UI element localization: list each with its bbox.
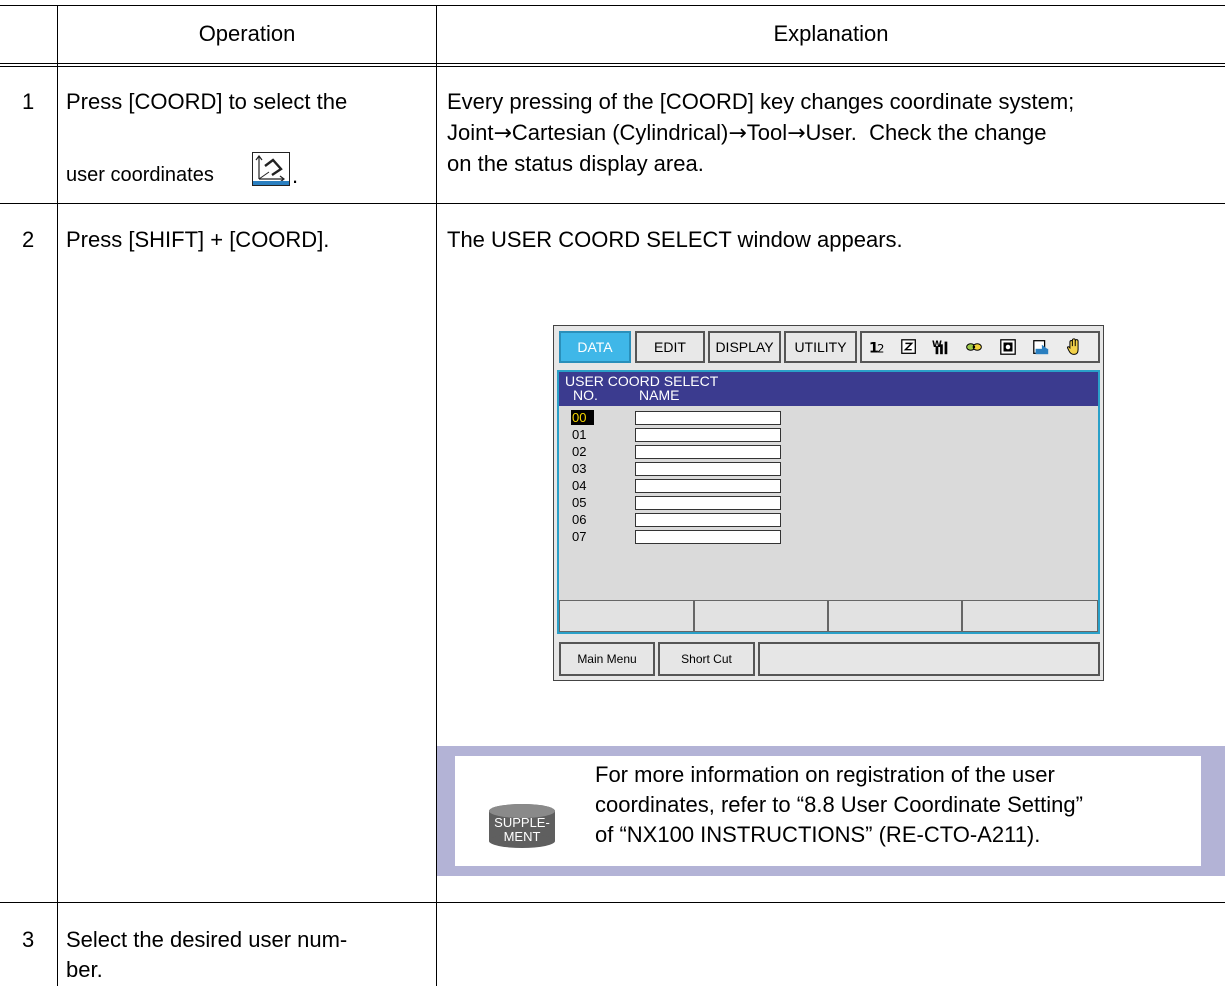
table-left-border xyxy=(57,5,58,986)
svg-text:2: 2 xyxy=(877,341,884,355)
column-header-no: NO. xyxy=(573,387,598,403)
operation-text-trailing: . xyxy=(292,163,299,188)
column-header-name: NAME xyxy=(639,387,680,403)
operation-text: user coordinates xyxy=(66,160,214,191)
supplement-text: For more information on registration of … xyxy=(595,760,1083,850)
supplement-box: SUPPLE- MENT For more information on reg… xyxy=(437,746,1225,876)
cycle-icon xyxy=(1033,340,1049,355)
arrow-right-icon: → xyxy=(728,121,747,146)
user-number: 03 xyxy=(572,461,587,476)
window-title-bar: USER COORD SELECT NO. NAME xyxy=(559,372,1098,406)
name-field[interactable] xyxy=(635,479,781,493)
bottom-bar: Main Menu Short Cut xyxy=(557,640,1100,676)
user-number: 00 xyxy=(571,410,594,425)
header-operation: Operation xyxy=(198,21,296,46)
table-top-border xyxy=(0,5,1225,6)
user-coord-icon xyxy=(252,152,290,186)
step-icon xyxy=(901,339,916,354)
supplement-badge-label: SUPPLE- MENT xyxy=(488,816,556,844)
user-number: 01 xyxy=(572,427,587,442)
operation-text: Select the desired user num- xyxy=(66,927,348,952)
badge-line: SUPPLE- xyxy=(494,815,550,830)
function-key[interactable] xyxy=(828,600,962,632)
name-field[interactable] xyxy=(635,445,781,459)
icon-base-bar xyxy=(253,181,289,185)
user-number: 06 xyxy=(572,512,587,527)
short-cut-button[interactable]: Short Cut xyxy=(658,642,755,676)
badge-line: MENT xyxy=(503,829,541,844)
name-field[interactable] xyxy=(635,462,781,476)
coord-sequence-item: Joint xyxy=(447,120,494,145)
step-number: 1 xyxy=(22,89,35,114)
operation-text-part: user coordinates xyxy=(66,164,214,186)
pendant-screen: DATA EDIT DISPLAY UTILITY 1 2 W USER COO… xyxy=(553,325,1104,681)
coord-sequence-item: Cartesian (Cylindrical) xyxy=(511,120,729,145)
step-number: 3 xyxy=(22,927,35,952)
operation-text: ber. xyxy=(66,957,103,982)
name-field[interactable] xyxy=(635,513,781,527)
message-area xyxy=(758,642,1100,676)
supplement-line: For more information on registration of … xyxy=(595,762,1055,787)
numbering-icon: 1 2 xyxy=(869,340,885,356)
step-number: 2 xyxy=(22,227,35,252)
mode-icon: W xyxy=(932,340,948,355)
function-key[interactable] xyxy=(962,600,1098,632)
operation-text: Press [COORD] to select the xyxy=(66,89,348,114)
tab-data[interactable]: DATA xyxy=(559,331,631,363)
user-number: 05 xyxy=(572,495,587,510)
function-key[interactable] xyxy=(694,600,828,632)
coord-sequence-item: User. xyxy=(805,120,857,145)
hand-icon xyxy=(1066,338,1079,355)
top-menu-bar: DATA EDIT DISPLAY UTILITY 1 2 W xyxy=(557,329,1100,368)
supplement-content: SUPPLE- MENT For more information on reg… xyxy=(455,756,1201,866)
header-explanation: Explanation xyxy=(773,21,889,46)
name-field[interactable] xyxy=(635,530,781,544)
row-separator xyxy=(0,902,1225,903)
explanation-text: on the status display area. xyxy=(447,151,704,176)
status-icon-strip: 1 2 W xyxy=(860,331,1100,363)
coord-sequence-item: Tool xyxy=(746,120,788,145)
function-key[interactable] xyxy=(559,600,694,632)
user-number: 07 xyxy=(572,529,587,544)
supplement-line: coordinates, refer to “8.8 User Coordina… xyxy=(595,792,1083,817)
name-field[interactable] xyxy=(635,428,781,442)
user-coord-select-window: USER COORD SELECT NO. NAME 00 01 02 03 0… xyxy=(557,370,1100,634)
user-number: 04 xyxy=(572,478,587,493)
explanation-text: Every pressing of the [COORD] key change… xyxy=(447,89,1075,114)
main-menu-button[interactable]: Main Menu xyxy=(559,642,655,676)
arrow-right-icon: → xyxy=(493,121,512,146)
user-number: 02 xyxy=(572,444,587,459)
header-separator xyxy=(0,63,1225,67)
link-icon xyxy=(966,343,982,351)
tab-display[interactable]: DISPLAY xyxy=(708,331,781,363)
arrow-right-icon: → xyxy=(787,121,806,146)
servo-icon xyxy=(1000,339,1016,355)
tab-utility[interactable]: UTILITY xyxy=(784,331,857,363)
explanation-text: Joint→Cartesian (Cylindrical)→Tool→User.… xyxy=(447,117,1046,149)
explanation-text: The USER COORD SELECT window appears. xyxy=(447,227,903,252)
explanation-text-part: Check the change xyxy=(869,120,1047,145)
tab-edit[interactable]: EDIT xyxy=(635,331,705,363)
name-field[interactable] xyxy=(635,411,781,425)
row-separator xyxy=(0,203,1225,204)
operation-text: Press [SHIFT] + [COORD]. xyxy=(66,227,330,252)
supplement-line: of “NX100 INSTRUCTIONS” (RE-CTO-A211). xyxy=(595,822,1041,847)
function-key-bar xyxy=(559,600,1098,632)
name-field[interactable] xyxy=(635,496,781,510)
